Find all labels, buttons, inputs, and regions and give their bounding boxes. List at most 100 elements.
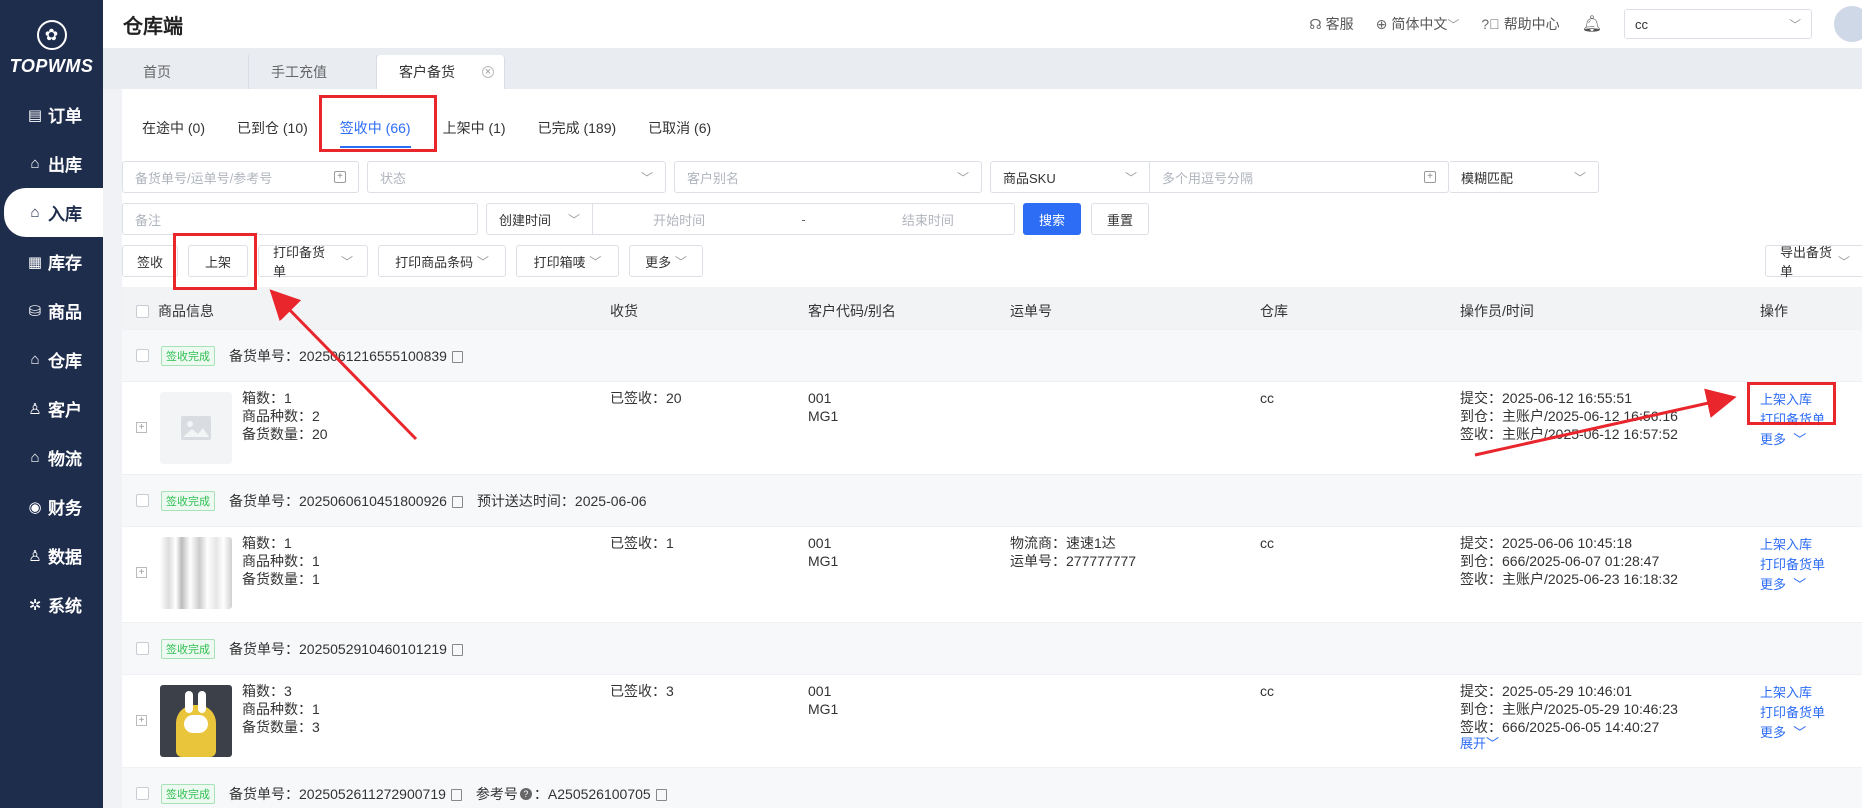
order-group-header: 签收完成 备货单号： 2025052910460101219 <box>122 622 1862 674</box>
sidebar-item-logistics[interactable]: ⌂ 物流 <box>0 433 103 482</box>
status-select[interactable]: 状态 ﹀ <box>367 161 666 193</box>
copy-icon[interactable] <box>655 788 667 801</box>
order-no: 2025061216555100839 <box>299 347 447 364</box>
sign-button[interactable]: 签收 <box>122 245 178 277</box>
sidebar-item-outbound[interactable]: ⌂ 出库 <box>0 139 103 188</box>
copy-icon[interactable] <box>451 350 463 363</box>
tab-arrived[interactable]: 已到仓 (10) <box>237 118 308 148</box>
more-link[interactable]: 更多 ﹀ <box>1760 722 1806 744</box>
main-panel: 在途中 (0) 已到仓 (10) 签收中 (66) 上架中 (1) 已完成 (1… <box>122 89 1862 808</box>
language-label: 简体中文 <box>1391 16 1448 32</box>
order-no-input[interactable]: 备货单号/运单号/参考号 + <box>122 161 359 193</box>
copy-icon[interactable] <box>451 643 463 656</box>
order-no-label: 备货单号： <box>229 640 299 657</box>
print-box-label-button[interactable]: 打印箱唛 ﹀ <box>516 245 619 277</box>
batch-input-icon[interactable]: + <box>334 171 346 183</box>
warehouse-select[interactable]: cc ﹀ <box>1624 9 1812 39</box>
product-thumbnail <box>160 392 232 464</box>
order-no-label: 备货单号： <box>229 492 299 509</box>
sidebar-item-warehouse[interactable]: ⌂ 仓库 <box>0 335 103 384</box>
close-icon[interactable]: × <box>482 66 494 78</box>
date-range-picker[interactable]: 开始时间 - 结束时间 <box>593 203 1015 235</box>
row-checkbox[interactable] <box>136 787 149 800</box>
sidebar-item-system[interactable]: ✲ 系统 <box>0 580 103 629</box>
status-badge: 签收完成 <box>161 345 215 366</box>
copy-icon[interactable] <box>451 495 463 508</box>
reset-button[interactable]: 重置 <box>1091 203 1149 235</box>
outbound-icon: ⌂ <box>30 155 40 172</box>
remark-input[interactable]: 备注 <box>122 203 478 235</box>
customer-alias-select[interactable]: 客户别名 ﹀ <box>674 161 982 193</box>
sidebar-item-product[interactable]: ⛁ 商品 <box>0 286 103 335</box>
expand-row-icon[interactable]: + <box>136 422 147 433</box>
sidebar-item-inventory[interactable]: ▦ 库存 <box>0 237 103 286</box>
print-order-link[interactable]: 打印备货单 <box>1760 554 1825 576</box>
match-mode-select[interactable]: 模糊匹配 ﹀ <box>1449 161 1599 193</box>
sidebar-item-customer[interactable]: ♙ 客户 <box>0 384 103 433</box>
sidebar-item-label: 仓库 <box>48 352 82 371</box>
sidebar-item-order[interactable]: ▤ 订单 <box>0 90 103 139</box>
inventory-icon: ▦ <box>27 253 43 271</box>
more-label: 更多 <box>1760 577 1787 592</box>
more-actions-button[interactable]: 更多 ﹀ <box>629 245 703 277</box>
print-barcode-button[interactable]: 打印商品条码 ﹀ <box>378 245 506 277</box>
sidebar-item-data[interactable]: ♙ 数据 <box>0 531 103 580</box>
customer-service-link[interactable]: ☊ 客服 <box>1309 14 1353 34</box>
language-switch[interactable]: ⊕ 简体中文 ﹀ <box>1376 14 1460 34</box>
qty: 备货数量：20 <box>242 426 328 442</box>
more-link[interactable]: 更多 ﹀ <box>1760 429 1806 451</box>
page-tab-manual-recharge[interactable]: 手工充值 <box>249 55 377 89</box>
page-tab-label: 客户备货 <box>399 64 455 80</box>
logo: ✿ TOPWMS <box>0 0 103 90</box>
copy-icon[interactable] <box>450 788 462 801</box>
batch-input-icon[interactable]: + <box>1424 171 1436 183</box>
search-button[interactable]: 搜索 <box>1023 203 1081 235</box>
top-header: 仓库端 ☊ 客服 ⊕ 简体中文 ﹀ ?⃝ 帮助中心 🔔︎ cc ﹀ <box>103 0 1862 48</box>
print-order-link[interactable]: 打印备货单 <box>1760 702 1825 724</box>
cust-alias: MG1 <box>808 701 839 717</box>
tab-completed[interactable]: 已完成 (189) <box>538 118 617 148</box>
expand-row-icon[interactable]: + <box>136 567 147 578</box>
bell-icon[interactable]: 🔔︎ <box>1582 14 1602 34</box>
avatar[interactable] <box>1832 4 1862 44</box>
sku-type-value: 商品SKU <box>1003 170 1056 186</box>
tab-in-transit[interactable]: 在途中 (0) <box>142 118 205 148</box>
expand-link[interactable]: 展开﹀ <box>1460 733 1499 755</box>
sku-input[interactable]: 多个用逗号分隔 + <box>1150 161 1449 193</box>
received: 已签收：20 <box>610 390 682 406</box>
order-no: 2025052611272900719 <box>299 785 446 802</box>
help-center-label: 帮助中心 <box>1503 16 1560 32</box>
export-order-button[interactable]: 导出备货单 ﹀ <box>1765 245 1862 279</box>
sidebar-item-label: 入库 <box>48 205 82 224</box>
shelve-stock-link[interactable]: 上架入库 <box>1760 682 1812 704</box>
sku-type-select[interactable]: 商品SKU ﹀ <box>990 161 1150 193</box>
expand-row-icon[interactable]: + <box>136 715 147 726</box>
time-type-select[interactable]: 创建时间 ﹀ <box>486 203 593 235</box>
sidebar-item-label: 出库 <box>48 156 82 175</box>
warehouse: cc <box>1260 390 1274 406</box>
sidebar-item-finance[interactable]: ◉ 财务 <box>0 482 103 531</box>
signed: 签收：主账户/2025-06-12 16:57:52 <box>1460 426 1678 442</box>
sidebar-item-inbound[interactable]: ⌂ 入库 <box>4 188 103 237</box>
shelve-stock-link[interactable]: 上架入库 <box>1760 534 1812 556</box>
tab-shelving[interactable]: 上架中 (1) <box>443 118 506 148</box>
help-center-link[interactable]: ?⃝ 帮助中心 <box>1481 14 1559 34</box>
more-label: 更多 <box>1760 432 1787 447</box>
export-order-label: 导出备货单 <box>1780 245 1833 279</box>
logistics-icon: ⌂ <box>30 449 40 466</box>
row-checkbox[interactable] <box>136 642 149 655</box>
print-order-button[interactable]: 打印备货单 ﹀ <box>258 245 368 279</box>
page-tab-home[interactable]: 首页 <box>121 55 249 89</box>
extra-info: 预计送达时间：2025-06-06 <box>476 492 647 509</box>
data-icon: ♙ <box>28 547 42 565</box>
tracking: 运单号：277777777 <box>1010 553 1137 569</box>
tab-cancelled[interactable]: 已取消 (6) <box>648 118 711 148</box>
row-checkbox[interactable] <box>136 349 149 362</box>
globe-icon: ⊕ <box>1375 15 1388 32</box>
remark-placeholder: 备注 <box>135 212 162 228</box>
more-link[interactable]: 更多 ﹀ <box>1760 574 1806 596</box>
row-checkbox[interactable] <box>136 494 149 507</box>
page-tabs: 首页 手工充值 客户备货 × <box>103 48 1862 89</box>
select-all-checkbox[interactable] <box>136 304 149 318</box>
page-tab-customer-stock[interactable]: 客户备货 × <box>377 55 505 89</box>
